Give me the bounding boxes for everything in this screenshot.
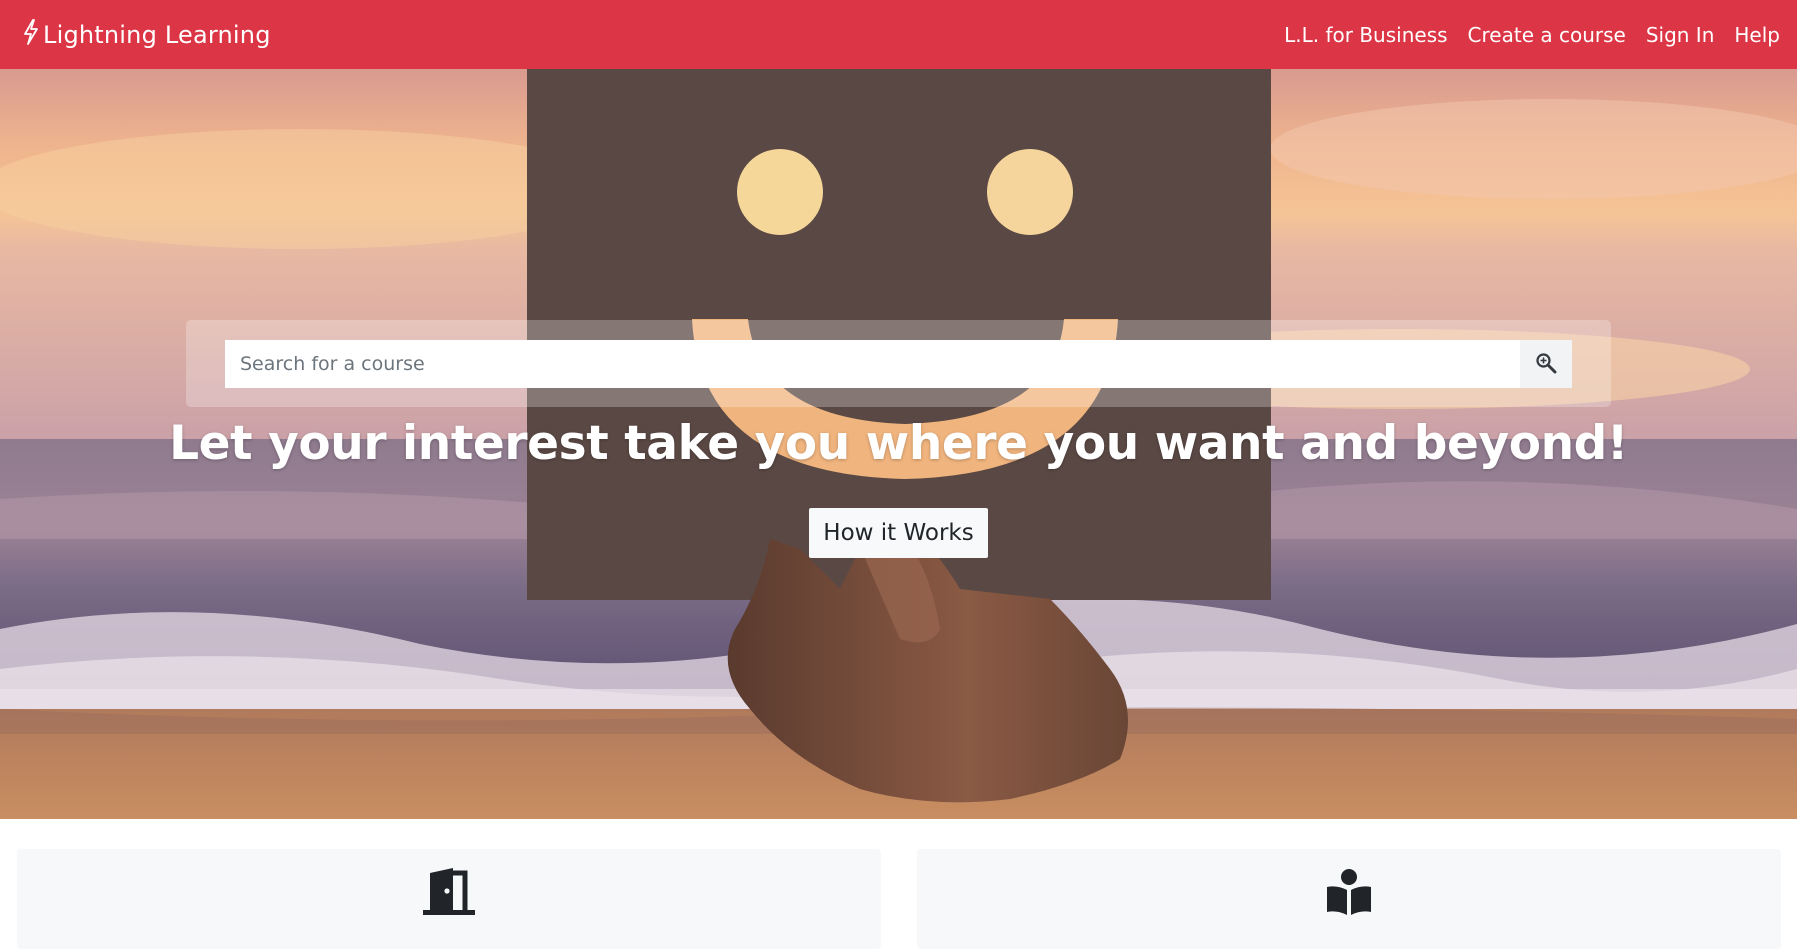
- hero-section: Let your interest take you where you wan…: [0, 69, 1797, 819]
- nav-link-create-course[interactable]: Create a course: [1468, 23, 1626, 47]
- book-reader-icon: [1325, 868, 1373, 949]
- nav-link-sign-in[interactable]: Sign In: [1646, 23, 1715, 47]
- how-it-works-button[interactable]: How it Works: [809, 508, 988, 558]
- brand-name: Lightning Learning: [43, 20, 271, 49]
- nav-link-help[interactable]: Help: [1734, 23, 1780, 47]
- magnifier-icon: [1535, 352, 1557, 377]
- door-open-icon: [421, 868, 477, 949]
- hero-heading: Let your interest take you where you wan…: [169, 416, 1628, 471]
- search-group: [225, 340, 1572, 388]
- lightning-bolt-icon: [21, 18, 43, 52]
- feature-card-start: [17, 849, 881, 949]
- feature-card-learn: [917, 849, 1781, 949]
- nav-link-business[interactable]: L.L. for Business: [1284, 23, 1447, 47]
- search-panel: [186, 320, 1611, 407]
- nav-links: L.L. for Business Create a course Sign I…: [1264, 23, 1780, 47]
- search-button[interactable]: [1520, 340, 1572, 388]
- search-input[interactable]: [225, 340, 1520, 388]
- top-navbar: Lightning Learning L.L. for Business Cre…: [0, 0, 1797, 69]
- brand-link[interactable]: Lightning Learning: [21, 18, 271, 52]
